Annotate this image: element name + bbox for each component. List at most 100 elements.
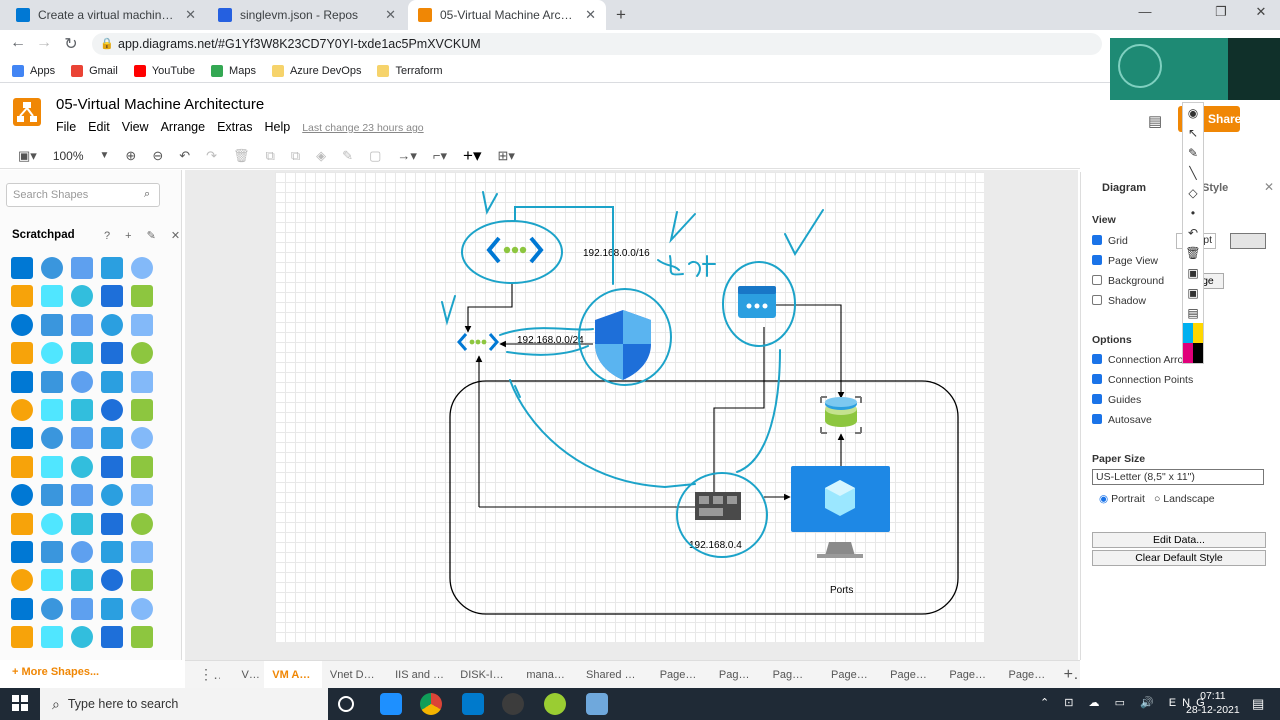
azure-shape-icon[interactable] <box>101 398 123 421</box>
taskbar-clock[interactable]: 07:11 28-12-2021 <box>1186 689 1240 717</box>
page-tab[interactable]: Page-11 <box>765 669 817 681</box>
comment-icon[interactable]: ▤ <box>1148 112 1162 130</box>
menu-file[interactable]: File <box>56 120 76 134</box>
azure-shape-icon[interactable] <box>71 370 93 393</box>
more-shapes-link[interactable]: + More Shapes... <box>12 666 99 678</box>
azure-shape-icon[interactable] <box>131 626 153 649</box>
azure-shape-icon[interactable] <box>41 455 63 478</box>
browser-tab-azure[interactable]: Create a virtual machine - Micros ✕ <box>6 0 206 30</box>
guides-checkbox[interactable]: Guides <box>1092 394 1141 406</box>
page-tab[interactable]: DISK-IOP... <box>452 669 518 681</box>
azure-shape-icon[interactable] <box>11 370 33 393</box>
app-icon[interactable] <box>544 693 566 715</box>
connection-arrows-checkbox[interactable]: Connection Arrows <box>1092 354 1196 366</box>
azure-shape-icon[interactable] <box>101 569 123 592</box>
azure-shape-icon[interactable] <box>11 427 33 450</box>
clipboard-icon[interactable]: ▤ <box>1187 303 1198 323</box>
menu-help[interactable]: Help <box>265 120 291 134</box>
tab-style[interactable]: Style <box>1202 182 1228 194</box>
paper-size-select[interactable]: US-Letter (8,5" x 11") <box>1092 469 1264 485</box>
page-tab[interactable]: manage... <box>518 669 578 681</box>
add-page-icon[interactable]: + <box>1056 666 1080 684</box>
diagram-svg[interactable]: 192.168.0.0/16 192.168.0.0/24 192.168.0.… <box>275 172 984 642</box>
azure-shape-icon[interactable] <box>11 313 33 336</box>
azure-shape-icon[interactable] <box>41 257 63 279</box>
azure-shape-icon[interactable] <box>41 313 63 336</box>
reload-icon[interactable]: ↻ <box>60 34 82 54</box>
page-view-checkbox[interactable]: Page View <box>1092 255 1158 267</box>
azure-shape-icon[interactable] <box>101 313 123 336</box>
vnet-gateway-icon[interactable] <box>486 236 544 264</box>
trash-icon[interactable]: 🗑 <box>1185 243 1200 263</box>
pen-icon[interactable]: ✎ <box>1188 143 1198 163</box>
zoom-out-icon[interactable]: ⊖ <box>152 148 163 164</box>
azure-shape-icon[interactable] <box>71 427 93 450</box>
bookmark-apps[interactable]: Apps <box>12 64 55 77</box>
azure-shape-icon[interactable] <box>131 370 153 393</box>
page-tab[interactable]: Shared D... <box>578 669 644 681</box>
window-close-icon[interactable]: ✕ <box>1246 4 1276 20</box>
portrait-radio[interactable]: ◉ Portrait <box>1099 493 1145 505</box>
azure-shape-icon[interactable] <box>71 597 93 620</box>
vscode-icon[interactable] <box>462 693 484 715</box>
landscape-radio[interactable]: ○ Landscape <box>1154 493 1215 505</box>
table-icon[interactable]: ⊞▾ <box>497 148 514 164</box>
azure-shape-icon[interactable] <box>101 455 123 478</box>
shadow-checkbox[interactable]: Shadow <box>1092 295 1146 307</box>
notifications-icon[interactable]: ▤ <box>1252 696 1264 712</box>
color-palette-icon[interactable] <box>1183 323 1203 343</box>
azure-shape-icon[interactable] <box>131 257 153 279</box>
scratchpad-actions[interactable]: ? + ✎ ✕ <box>104 229 186 242</box>
app-icon[interactable] <box>586 693 608 715</box>
public-ip-icon[interactable] <box>738 286 776 318</box>
page-tab[interactable]: IIS and C... <box>387 669 452 681</box>
waypoints-icon[interactable]: ⌐▾ <box>433 148 447 164</box>
bookmark-azure-devops[interactable]: Azure DevOps <box>271 64 361 77</box>
screenshot-icon[interactable]: ▣ <box>1187 283 1198 303</box>
connection-points-checkbox[interactable]: Connection Points <box>1092 374 1193 386</box>
azure-shape-icon[interactable] <box>11 398 33 421</box>
page-tab[interactable]: Page-10 <box>652 669 705 681</box>
azure-shape-icon[interactable] <box>11 626 33 649</box>
nic-icon[interactable] <box>695 492 741 520</box>
azure-shape-icon[interactable] <box>11 257 33 279</box>
close-icon[interactable]: ✕ <box>585 7 596 23</box>
azure-shape-icon[interactable] <box>41 398 63 421</box>
azure-shape-icon[interactable] <box>131 484 153 507</box>
azure-shape-icon[interactable] <box>101 257 123 279</box>
page-tab[interactable]: Vnet Dee... <box>322 669 387 681</box>
page-tab[interactable]: Page-15 <box>1000 669 1053 681</box>
close-panel-icon[interactable]: ✕ <box>1264 180 1274 194</box>
line-icon[interactable]: ╲ <box>1189 163 1196 183</box>
radio-selected-icon[interactable]: ◉ <box>1099 493 1108 505</box>
virtual-machine-icon[interactable] <box>791 466 890 558</box>
azure-shape-icon[interactable] <box>41 285 63 308</box>
azure-shape-icon[interactable] <box>41 626 63 649</box>
close-icon[interactable]: ✕ <box>385 7 396 23</box>
azure-shape-icon[interactable] <box>11 512 33 535</box>
radio-icon[interactable]: ○ <box>1154 493 1160 505</box>
browser-tab-drawio[interactable]: 05-Virtual Machine Architecture ✕ <box>408 0 606 30</box>
delete-icon[interactable]: 🗑 <box>233 148 250 164</box>
camera-icon[interactable]: ▣ <box>1187 263 1198 283</box>
clear-default-style-button[interactable]: Clear Default Style <box>1092 550 1266 566</box>
cursor-icon[interactable]: ↖ <box>1188 123 1198 143</box>
undo-icon[interactable]: ↶ <box>179 148 190 164</box>
azure-shape-icon[interactable] <box>41 512 63 535</box>
azure-shape-icon[interactable] <box>101 512 123 535</box>
azure-shape-icon[interactable] <box>41 484 63 507</box>
azure-shape-icon[interactable] <box>11 569 33 592</box>
vnet-icon[interactable] <box>457 333 499 351</box>
azure-shape-icon[interactable] <box>41 597 63 620</box>
url-field[interactable]: 🔒 app.diagrams.net/#G1Yf3W8K23CD7Y0YI-tx… <box>92 33 1102 55</box>
autosave-checkbox[interactable]: Autosave <box>1092 414 1152 426</box>
azure-shape-icon[interactable] <box>41 370 63 393</box>
checkbox-checked[interactable] <box>1092 394 1102 404</box>
bookmark-gmail[interactable]: Gmail <box>71 64 118 77</box>
azure-shape-icon[interactable] <box>101 427 123 450</box>
azure-shape-icon[interactable] <box>131 455 153 478</box>
page-tab[interactable]: Page-14 <box>941 669 994 681</box>
undo-icon[interactable]: ↶ <box>1188 223 1198 243</box>
chrome-icon[interactable] <box>420 693 442 715</box>
azure-shape-icon[interactable] <box>131 285 153 308</box>
